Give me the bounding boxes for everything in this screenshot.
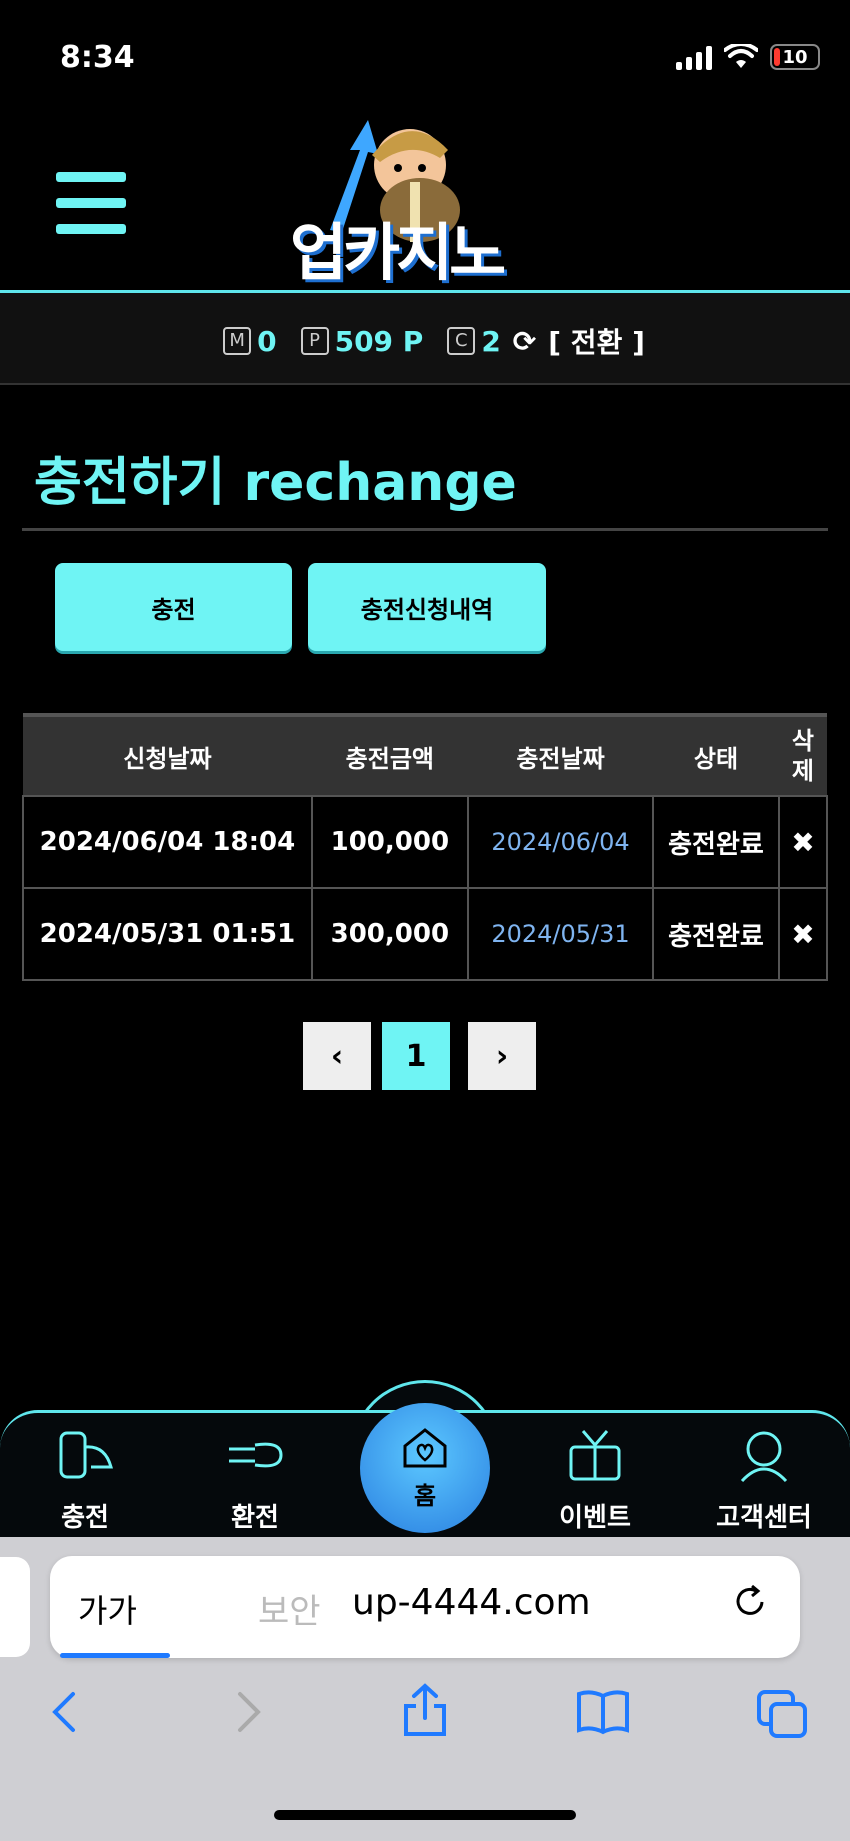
- nav-event[interactable]: 이벤트: [525, 1427, 665, 1534]
- site-logo[interactable]: 업카지노: [290, 110, 560, 289]
- status-time: 8:34: [60, 40, 135, 75]
- coupon-value: 2: [481, 324, 501, 358]
- share-icon[interactable]: [400, 1682, 450, 1738]
- gift-icon: [569, 1430, 621, 1481]
- nav-support-label: 고객센터: [716, 1503, 812, 1533]
- column-request-date: 신청날짜: [23, 713, 312, 796]
- cellular-signal-icon: [676, 44, 712, 70]
- recharge-history-table: 신청날짜 충전금액 충전날짜 상태 삭제 2024/06/04 18:04 10…: [22, 713, 829, 981]
- page-settings-button[interactable]: 가가: [78, 1586, 137, 1632]
- home-indicator: [274, 1810, 576, 1820]
- home-icon: [403, 1427, 447, 1467]
- status-cell: 충전완료: [652, 887, 780, 981]
- amount-cell: 100,000: [310, 795, 469, 889]
- charge-date-cell: 2024/06/04: [466, 795, 655, 889]
- nav-exchange-label: 환전: [231, 1503, 279, 1533]
- charge-date-cell: 2024/05/31: [466, 887, 655, 981]
- amount-cell: 300,000: [310, 887, 469, 981]
- reload-icon[interactable]: [730, 1582, 770, 1622]
- coupon-badge-icon: C: [447, 327, 476, 355]
- points-bar: M 0 P 509 P C 2 ⟳ [ 전환 ]: [0, 293, 850, 385]
- exchange-icon: [229, 1442, 283, 1468]
- switch-button[interactable]: [ 전환 ]: [548, 321, 645, 361]
- tabs-icon[interactable]: [755, 1688, 809, 1740]
- column-amount: 충전금액: [311, 713, 468, 796]
- request-date-cell: 2024/06/04 18:04: [22, 795, 313, 889]
- page-load-progress: [60, 1653, 170, 1658]
- battery-level: 10: [782, 46, 808, 68]
- column-status: 상태: [653, 713, 779, 796]
- delete-icon[interactable]: ✖: [777, 795, 829, 889]
- table-header-row: 신청날짜 충전금액 충전날짜 상태 삭제: [23, 713, 827, 796]
- bookmarks-icon[interactable]: [575, 1688, 631, 1736]
- request-date-cell: 2024/05/31 01:51: [22, 887, 313, 981]
- back-icon[interactable]: [45, 1688, 85, 1736]
- money-value: 0: [257, 324, 277, 358]
- logo-text: 업카지노: [290, 216, 506, 289]
- recharge-button[interactable]: 충전: [55, 563, 292, 651]
- support-icon: [740, 1431, 788, 1483]
- title-divider: [22, 528, 828, 531]
- url-domain[interactable]: up-4444.com: [352, 1582, 591, 1623]
- prev-page-button[interactable]: ‹: [303, 1022, 371, 1090]
- status-icons: 10: [676, 44, 820, 70]
- nav-home-button[interactable]: 홈: [360, 1403, 490, 1533]
- recharge-icon: [59, 1431, 113, 1479]
- menu-icon[interactable]: [56, 172, 126, 234]
- recharge-history-button[interactable]: 충전신청내역: [308, 563, 546, 651]
- page-title: 충전하기 rechange: [34, 453, 517, 513]
- next-page-button[interactable]: ›: [468, 1022, 536, 1090]
- wifi-icon: [724, 44, 758, 68]
- status-cell: 충전완료: [652, 795, 780, 889]
- nav-home-label: 홈: [413, 1481, 437, 1510]
- nav-event-label: 이벤트: [559, 1503, 631, 1533]
- page-1-button[interactable]: 1: [382, 1022, 450, 1090]
- table-row: 2024/06/04 18:04 100,000 2024/06/04 충전완료…: [22, 795, 829, 889]
- delete-icon[interactable]: ✖: [777, 887, 829, 981]
- adjacent-tab[interactable]: [0, 1557, 30, 1657]
- nav-recharge[interactable]: 충전: [15, 1427, 155, 1534]
- column-charge-date: 충전날짜: [467, 713, 654, 796]
- point-value: 509 P: [334, 324, 424, 358]
- point-badge-icon: P: [300, 327, 329, 355]
- table-row: 2024/05/31 01:51 300,000 2024/05/31 충전완료…: [22, 887, 829, 981]
- refresh-icon[interactable]: ⟳: [513, 325, 536, 358]
- column-delete: 삭제: [778, 713, 827, 796]
- nav-support[interactable]: 고객센터: [694, 1427, 834, 1534]
- battery-icon: 10: [770, 44, 820, 70]
- money-badge-icon: M: [223, 327, 252, 355]
- secure-label: 보안: [258, 1592, 321, 1632]
- nav-recharge-label: 충전: [61, 1503, 109, 1533]
- nav-exchange[interactable]: 환전: [185, 1427, 325, 1534]
- forward-icon[interactable]: [228, 1688, 268, 1736]
